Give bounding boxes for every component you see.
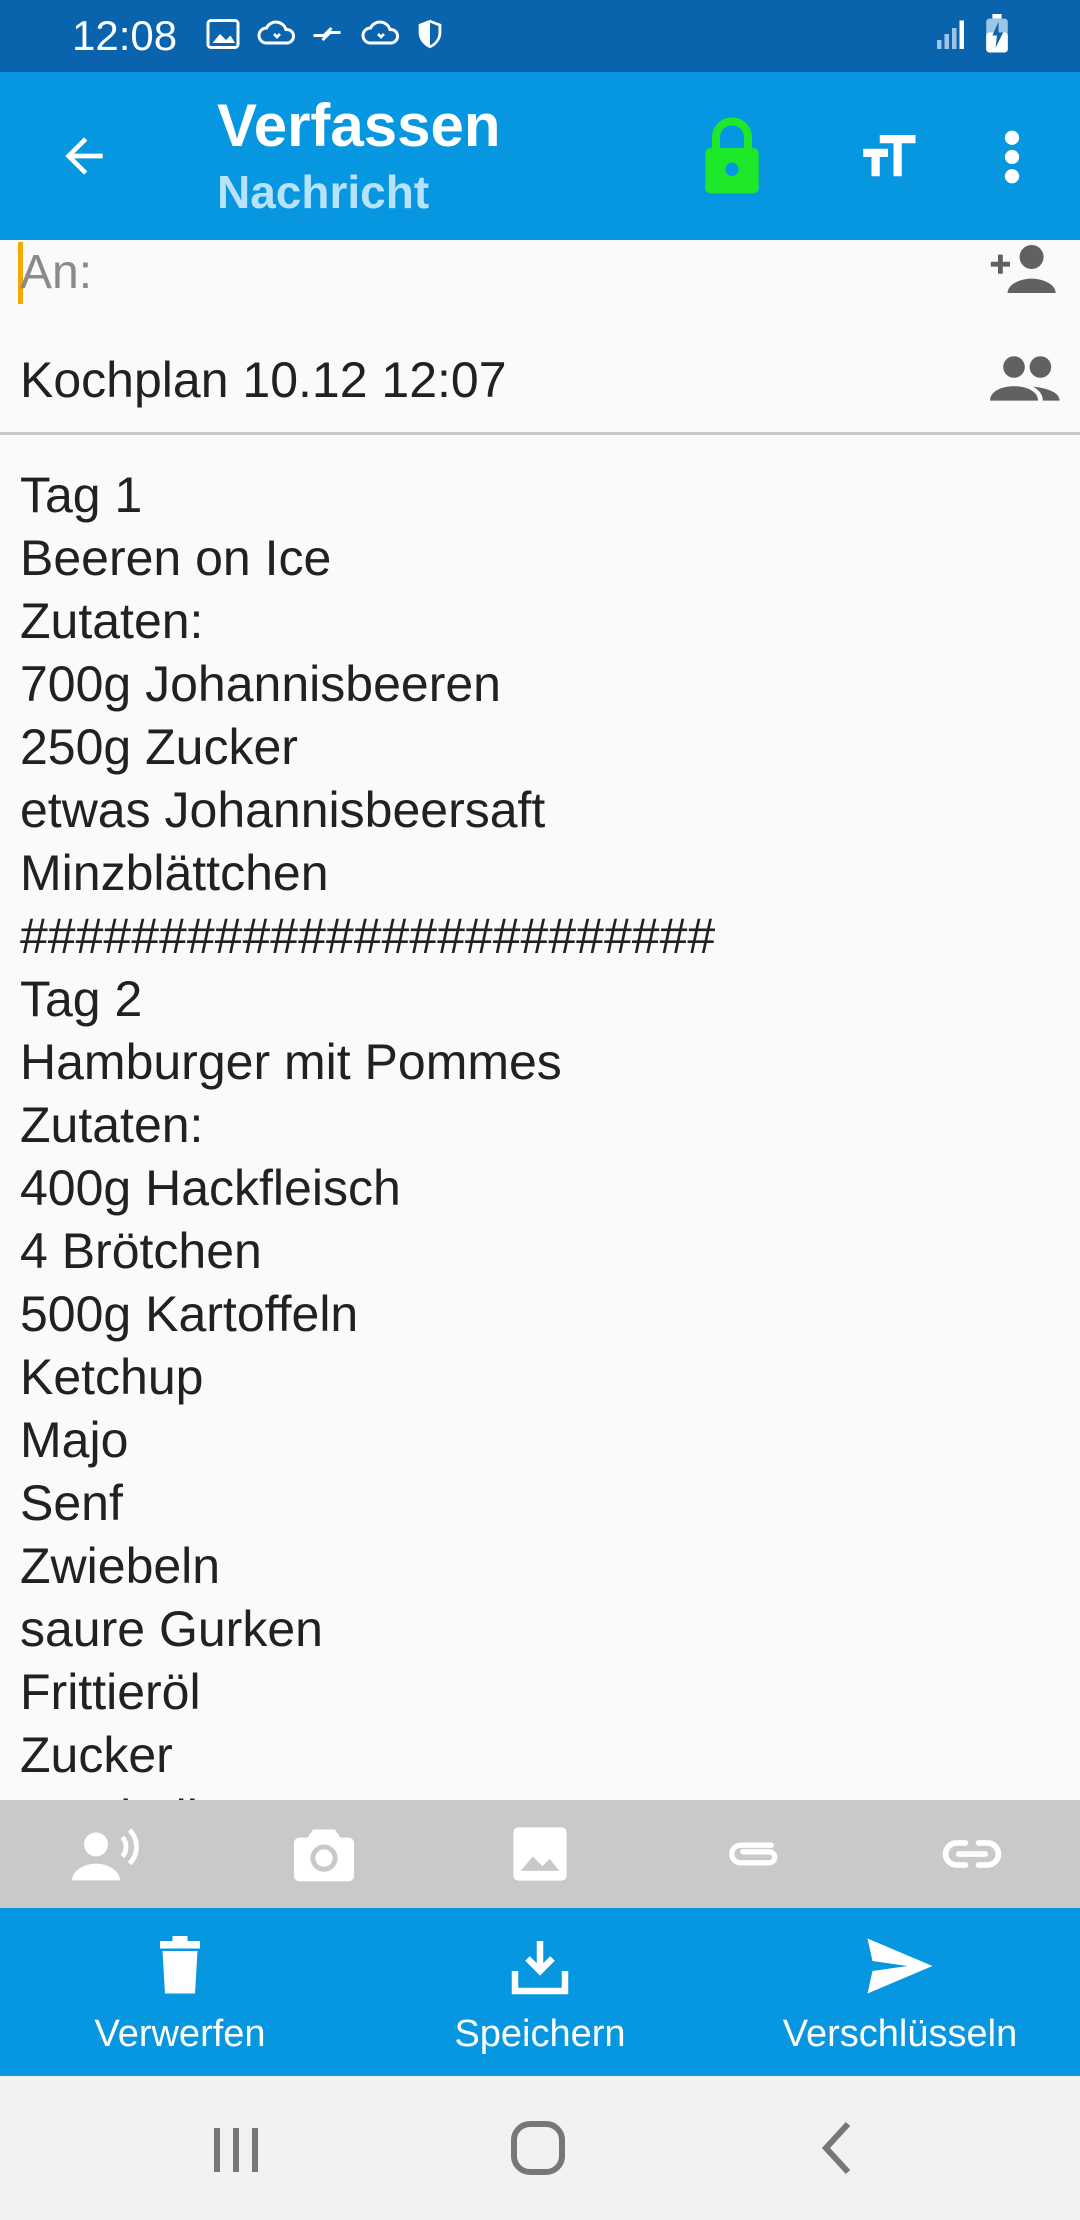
recent-apps-icon — [214, 2128, 258, 2172]
body-line: Senf — [20, 1475, 123, 1531]
download-icon — [511, 1941, 569, 1995]
insert-link-button[interactable] — [864, 1800, 1080, 1908]
send-icon — [867, 1938, 933, 1994]
body-line: Ketchup — [20, 1349, 204, 1405]
body-line: Zucker — [20, 1727, 173, 1783]
body-line: Zutaten: — [20, 1097, 204, 1153]
recent-apps-button[interactable] — [196, 2116, 276, 2180]
page-subtitle: Nachricht — [217, 166, 430, 218]
camera-button[interactable] — [216, 1800, 432, 1908]
message-body[interactable]: Tag 1 Beeren on Ice Zutaten: 700g Johannisb… — [0, 434, 1080, 1800]
subject-row: Kochplan 10.12 12:07 — [0, 340, 1080, 435]
home-icon — [511, 2121, 565, 2175]
discard-label: Verwerfen — [94, 2013, 266, 2055]
cloud-sync-icon — [361, 16, 399, 52]
encryption-lock-button[interactable] — [700, 116, 764, 196]
chevron-left-icon — [821, 2121, 851, 2175]
recipient-row: An: — [0, 240, 1080, 348]
body-line: Hamburger mit Pommes — [20, 1034, 562, 1090]
person-add-icon — [990, 245, 1056, 293]
voice-record-icon — [72, 1828, 139, 1881]
signal-icon — [934, 16, 970, 57]
body-line: Frittieröl — [20, 1664, 201, 1720]
text-size-button[interactable] — [855, 124, 921, 190]
back-button[interactable] — [46, 118, 122, 194]
data-transfer-icon — [309, 16, 345, 52]
system-back-button[interactable] — [800, 2116, 880, 2180]
body-line: Tag 1 — [20, 467, 143, 523]
status-time: 12:08 — [72, 12, 178, 59]
body-line: ######################### — [20, 908, 716, 964]
image-icon — [513, 1827, 567, 1881]
shield-icon — [413, 16, 449, 52]
save-label: Speichern — [454, 2013, 626, 2055]
attachment-icon — [729, 1842, 778, 1866]
body-line: Minzblättchen — [20, 845, 329, 901]
image-icon — [205, 16, 241, 52]
body-line: 4 Brötchen — [20, 1223, 262, 1279]
cloud-sync-icon — [257, 16, 295, 52]
body-line: 4 Scheiben Käse — [20, 1787, 715, 1800]
more-options-button[interactable] — [992, 124, 1032, 190]
body-line: etwas Johannisbeersaft — [20, 782, 546, 838]
attach-file-button[interactable] — [648, 1800, 864, 1908]
add-contact-button[interactable] — [986, 240, 1058, 298]
more-vert-icon — [1004, 130, 1020, 184]
recipient-field[interactable]: An: — [20, 244, 92, 302]
home-button[interactable] — [498, 2116, 578, 2180]
body-line: Beeren on Ice — [20, 530, 332, 586]
body-line: Zutaten: — [20, 593, 204, 649]
message-body-text: Tag 1 Beeren on Ice Zutaten: 700g Johannisb… — [20, 464, 715, 1800]
body-line: 250g Zucker — [20, 719, 298, 775]
system-navigation-bar — [0, 2076, 1080, 2220]
body-line: saure Gurken — [20, 1601, 323, 1657]
body-line: Majo — [20, 1412, 129, 1468]
gallery-button[interactable] — [432, 1800, 648, 1908]
discard-button[interactable]: Verwerfen — [0, 1908, 360, 2076]
body-line: 500g Kartoffeln — [20, 1286, 359, 1342]
attachment-bar — [0, 1800, 1080, 1908]
status-right-icons — [934, 14, 1010, 59]
encrypt-send-label: Verschlüsseln — [782, 2013, 1018, 2055]
voice-record-button[interactable] — [0, 1800, 216, 1908]
status-bar: 12:08 — [0, 0, 1080, 72]
contact-groups-button[interactable] — [990, 352, 1062, 406]
body-line: 700g Johannisbeeren — [20, 656, 501, 712]
camera-icon — [294, 1829, 354, 1882]
trash-icon — [160, 1936, 200, 1994]
body-line: Zwiebeln — [20, 1538, 221, 1594]
lock-icon — [705, 117, 759, 194]
status-icons — [205, 16, 449, 52]
save-button[interactable]: Speichern — [360, 1908, 720, 2076]
body-line: 400g Hackfleisch — [20, 1160, 401, 1216]
arrow-back-icon — [65, 137, 103, 175]
page-title: Verfassen — [217, 92, 501, 159]
encrypt-send-button[interactable]: Verschlüsseln — [720, 1908, 1080, 2076]
subject-field[interactable]: Kochplan 10.12 12:07 — [20, 350, 507, 410]
link-icon — [942, 1840, 1002, 1868]
group-icon — [990, 356, 1060, 401]
app-bar: Verfassen Nachricht — [0, 72, 1080, 240]
battery-charging-icon — [984, 14, 1010, 59]
action-bar: Verwerfen Speichern Verschlüsseln — [0, 1908, 1080, 2076]
body-line: Tag 2 — [20, 971, 143, 1027]
text-size-icon — [863, 135, 916, 177]
